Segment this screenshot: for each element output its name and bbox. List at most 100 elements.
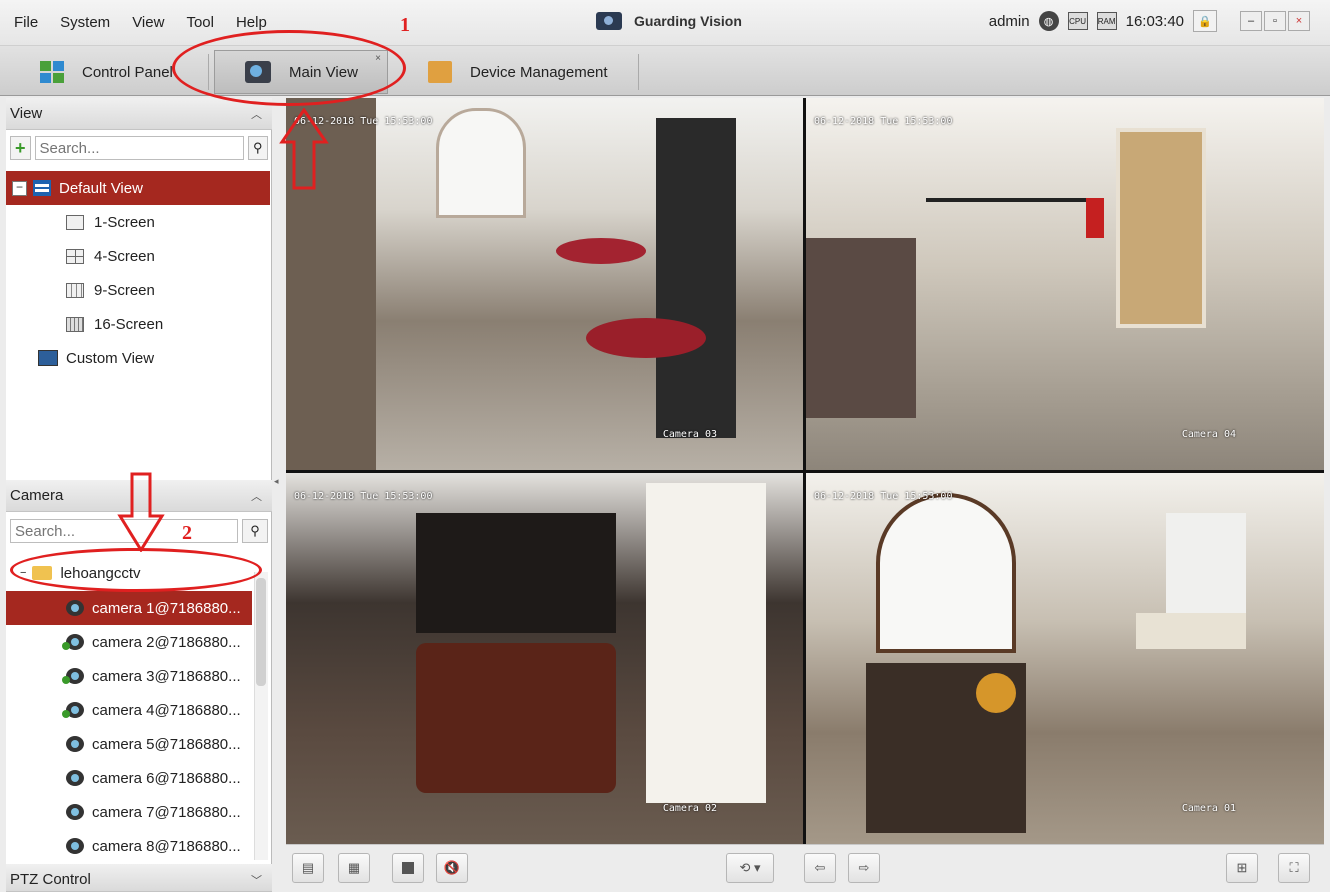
camera-label: camera 6@7186880... bbox=[92, 769, 241, 787]
collapse-toggle-icon[interactable]: − bbox=[12, 180, 27, 196]
table-shape bbox=[586, 318, 706, 358]
collapse-chevron-icon[interactable]: ︿ bbox=[251, 488, 262, 504]
fire-extinguisher-shape bbox=[1086, 198, 1104, 238]
collapse-chevron-icon[interactable]: ︿ bbox=[251, 106, 262, 122]
close-button[interactable]: × bbox=[1288, 11, 1310, 31]
view-panel-title: View bbox=[10, 105, 43, 122]
camera-search-button[interactable]: ⚲ bbox=[242, 519, 268, 543]
lock-icon: 🔒 bbox=[1198, 15, 1212, 28]
camera-item[interactable]: camera 8@7186880... bbox=[6, 829, 252, 863]
single-screen-icon bbox=[66, 214, 84, 230]
feed-camera-label: Camera 04 bbox=[1181, 429, 1236, 440]
camera-label: camera 2@7186880... bbox=[92, 633, 241, 651]
menu-tool[interactable]: Tool bbox=[186, 14, 214, 31]
live-view-toolbar: ▤ ▦ 🔇 ⟲ ▾ ⇦ ⇨ ⊞ ⛶ bbox=[286, 844, 1324, 892]
camera-item[interactable]: camera 5@7186880... bbox=[6, 727, 252, 761]
tree-1-screen[interactable]: 1-Screen bbox=[6, 205, 270, 239]
tree-custom-view[interactable]: Custom View bbox=[6, 341, 270, 375]
previous-page-button[interactable]: ⇦ bbox=[804, 853, 836, 883]
camera-icon bbox=[66, 600, 84, 616]
camera-item[interactable]: camera 3@7186880... bbox=[6, 659, 252, 693]
stop-all-button[interactable] bbox=[392, 853, 424, 883]
capture-button[interactable]: ▤ bbox=[292, 853, 324, 883]
view-panel-header[interactable]: View ︿ bbox=[6, 98, 272, 130]
lock-button[interactable]: 🔒 bbox=[1193, 10, 1217, 32]
window-shape bbox=[436, 108, 526, 218]
tree-4-screen[interactable]: 4-Screen bbox=[6, 239, 270, 273]
clock: 16:03:40 bbox=[1125, 12, 1184, 30]
sofa-shape bbox=[806, 238, 916, 418]
camera-item[interactable]: camera 7@7186880... bbox=[6, 795, 252, 829]
feed-camera-label: Camera 03 bbox=[662, 429, 717, 440]
camera-item[interactable]: camera 2@7186880... bbox=[6, 625, 252, 659]
maximize-button[interactable]: ▫ bbox=[1264, 11, 1286, 31]
scrollbar-thumb[interactable] bbox=[256, 578, 266, 686]
network-icon: ◍ bbox=[1038, 11, 1059, 31]
menu-help[interactable]: Help bbox=[236, 14, 267, 31]
window-division-button[interactable]: ⊞ bbox=[1226, 853, 1258, 883]
record-button[interactable]: ▦ bbox=[338, 853, 370, 883]
sixteen-screen-icon bbox=[66, 316, 84, 332]
camera-online-icon bbox=[62, 668, 84, 684]
table-shape bbox=[556, 238, 646, 264]
menu-view[interactable]: View bbox=[132, 14, 164, 31]
camera-icon bbox=[66, 736, 84, 752]
tree-9-screen[interactable]: 9-Screen bbox=[6, 273, 270, 307]
video-feed[interactable]: 06-12-2018 Tue 15:53:00 Camera 03 bbox=[286, 98, 803, 470]
view-search-row: + ⚲ bbox=[6, 131, 272, 165]
fullscreen-button[interactable]: ⛶ bbox=[1278, 853, 1310, 883]
feed-timestamp: 06-12-2018 Tue 15:53:00 bbox=[814, 116, 953, 127]
video-feed[interactable]: 06-12-2018 Tue 15:53:00 Camera 02 bbox=[286, 473, 803, 844]
video-feed[interactable]: 06-12-2018 Tue 15:53:00 Camera 01 bbox=[806, 473, 1324, 844]
record-icon: ▦ bbox=[347, 860, 361, 875]
mute-button[interactable]: 🔇 bbox=[436, 853, 468, 883]
feed-camera-label: Camera 02 bbox=[662, 803, 717, 814]
search-icon: ⚲ bbox=[250, 523, 260, 538]
window-controls: – ▫ × bbox=[1240, 11, 1310, 31]
tab-main-view[interactable]: Main View × bbox=[214, 50, 388, 94]
camera-search-row: ⚲ bbox=[6, 514, 272, 548]
menu-system[interactable]: System bbox=[60, 14, 110, 31]
camera-item[interactable]: camera 4@7186880... bbox=[6, 693, 252, 727]
camera-online-icon bbox=[62, 634, 84, 650]
tab-close-icon[interactable]: × bbox=[375, 53, 381, 64]
window-shape bbox=[1166, 513, 1246, 623]
menu-file[interactable]: File bbox=[14, 14, 38, 31]
cabinet-shape bbox=[416, 513, 616, 633]
tree-label: 9-Screen bbox=[94, 281, 155, 299]
tab-control-panel[interactable]: Control Panel bbox=[10, 50, 206, 94]
search-icon: ⚲ bbox=[252, 140, 263, 155]
feed-timestamp: 06-12-2018 Tue 15:53:00 bbox=[294, 491, 433, 502]
collapse-toggle-icon[interactable]: − bbox=[20, 567, 26, 579]
tab-device-management[interactable]: Device Management bbox=[398, 50, 638, 94]
live-view-grid: 06-12-2018 Tue 15:53:00 Camera 03 06-12-… bbox=[286, 98, 1324, 844]
door-shape bbox=[1116, 128, 1206, 328]
camera-label: camera 4@7186880... bbox=[92, 701, 241, 719]
tree-label: 16-Screen bbox=[94, 315, 164, 333]
sidebar-collapse-handle[interactable]: ◂ bbox=[274, 476, 284, 490]
add-view-button[interactable]: + bbox=[10, 136, 31, 160]
minimize-button[interactable]: – bbox=[1240, 11, 1262, 31]
video-feed[interactable]: 06-12-2018 Tue 15:53:00 Camera 04 bbox=[806, 98, 1324, 470]
ptz-panel-header[interactable]: PTZ Control ﹀ bbox=[6, 864, 272, 892]
camera-item[interactable]: camera 1@7186880... bbox=[6, 591, 252, 625]
camera-search-input[interactable] bbox=[10, 519, 238, 543]
tree-default-view[interactable]: − Default View bbox=[6, 171, 270, 205]
next-page-button[interactable]: ⇨ bbox=[848, 853, 880, 883]
tab-divider bbox=[638, 54, 639, 90]
auto-switch-button[interactable]: ⟲ ▾ bbox=[726, 853, 774, 883]
arrow-left-icon: ⇦ bbox=[814, 860, 826, 875]
camera-item[interactable]: camera 6@7186880... bbox=[6, 761, 252, 795]
tree-device-folder[interactable]: − lehoangcctv bbox=[6, 556, 270, 590]
module-tab-bar: Control Panel Main View × Device Managem… bbox=[0, 46, 1330, 96]
user-name: admin bbox=[988, 12, 1030, 30]
tree-16-screen[interactable]: 16-Screen bbox=[6, 307, 270, 341]
ptz-panel-title: PTZ Control bbox=[10, 871, 91, 888]
view-search-input[interactable] bbox=[34, 136, 244, 160]
flower-shape bbox=[976, 673, 1016, 713]
expand-chevron-icon[interactable]: ﹀ bbox=[251, 872, 262, 888]
view-search-button[interactable]: ⚲ bbox=[247, 136, 268, 160]
tab-divider bbox=[208, 54, 209, 90]
refresh-icon: ⟲ ▾ bbox=[739, 860, 761, 875]
camera-panel-header[interactable]: Camera ︿ bbox=[6, 480, 272, 512]
